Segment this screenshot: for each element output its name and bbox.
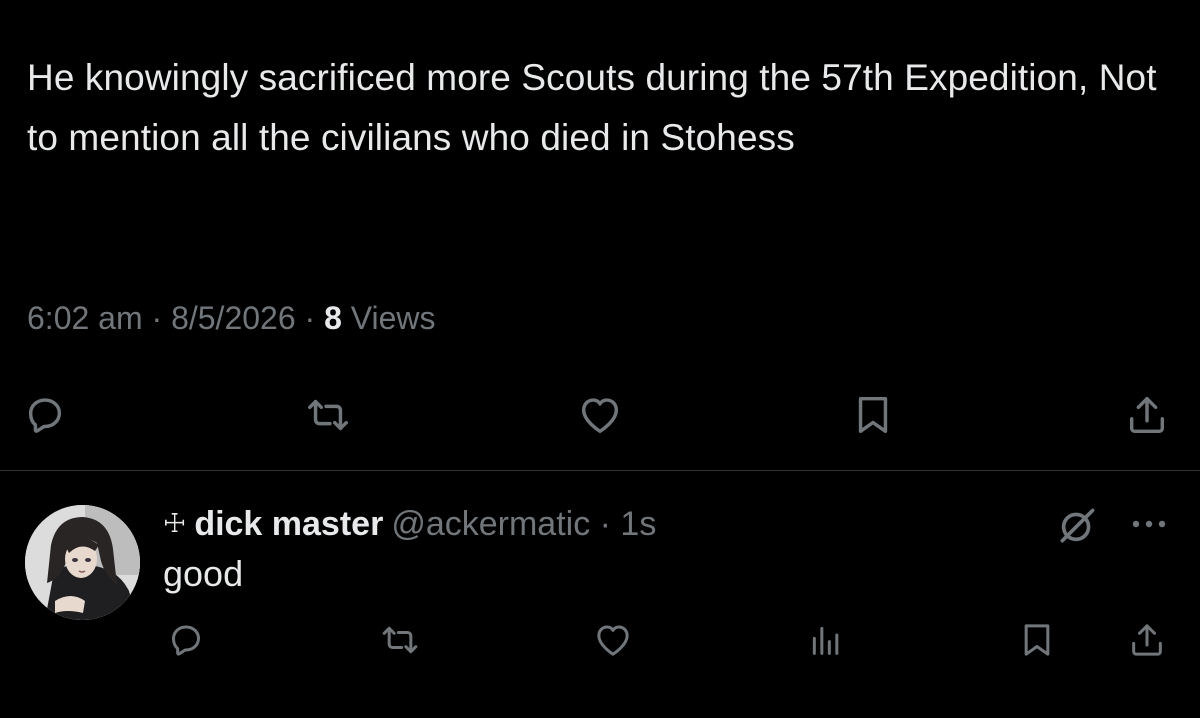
repost-icon (382, 626, 418, 654)
header-separator: · (590, 505, 621, 543)
repost-icon (308, 399, 348, 431)
bookmark-button[interactable] (1014, 617, 1060, 663)
reply-icon (172, 625, 200, 656)
avatar-image (25, 505, 140, 620)
post-time[interactable]: 6:02 am (27, 300, 143, 336)
reply-action-bar (0, 617, 1200, 663)
meta-separator: · (142, 300, 172, 336)
share-button[interactable] (1124, 617, 1170, 663)
post-action-bar (0, 388, 1200, 442)
cross-badge-icon: ☩ (163, 508, 187, 538)
bookmark-button[interactable] (846, 388, 900, 442)
grok-icon[interactable] (1055, 504, 1099, 548)
more-icon[interactable] (1127, 509, 1171, 539)
post-text: He knowingly sacrificed more Scouts duri… (27, 57, 1157, 158)
like-button[interactable] (590, 617, 636, 663)
like-button[interactable] (573, 388, 627, 442)
reply-text: good (163, 553, 244, 594)
post-date[interactable]: 8/5/2026 (171, 300, 296, 336)
views-label: Views (341, 300, 436, 336)
reply-header: ☩ dick master @ackermatic · 1s (163, 501, 656, 546)
bookmark-icon (858, 396, 888, 434)
display-name[interactable]: dick master (194, 505, 383, 543)
views-icon (812, 626, 839, 655)
meta-separator: · (295, 300, 325, 336)
share-icon (1129, 396, 1165, 434)
post-metadata: 6:02 am · 8/5/2026 · 8 Views (27, 300, 436, 337)
reply-time[interactable]: 1s (620, 505, 656, 543)
user-handle[interactable]: @ackermatic (391, 505, 590, 543)
share-button[interactable] (1120, 388, 1174, 442)
views-count[interactable]: 8 (324, 300, 342, 336)
reply-button[interactable] (163, 617, 209, 663)
reply-post[interactable]: ☩ dick master @ackermatic · 1s good (0, 471, 1200, 718)
views-button[interactable] (803, 617, 849, 663)
reply-icon (28, 398, 62, 433)
share-icon (1132, 624, 1162, 656)
like-icon (597, 625, 629, 656)
main-post: He knowingly sacrificed more Scouts duri… (0, 0, 1200, 470)
repost-button[interactable] (377, 617, 423, 663)
avatar[interactable] (25, 505, 140, 620)
bookmark-icon (1024, 624, 1050, 656)
reply-button[interactable] (18, 388, 72, 442)
repost-button[interactable] (301, 388, 355, 442)
like-icon (581, 398, 619, 434)
